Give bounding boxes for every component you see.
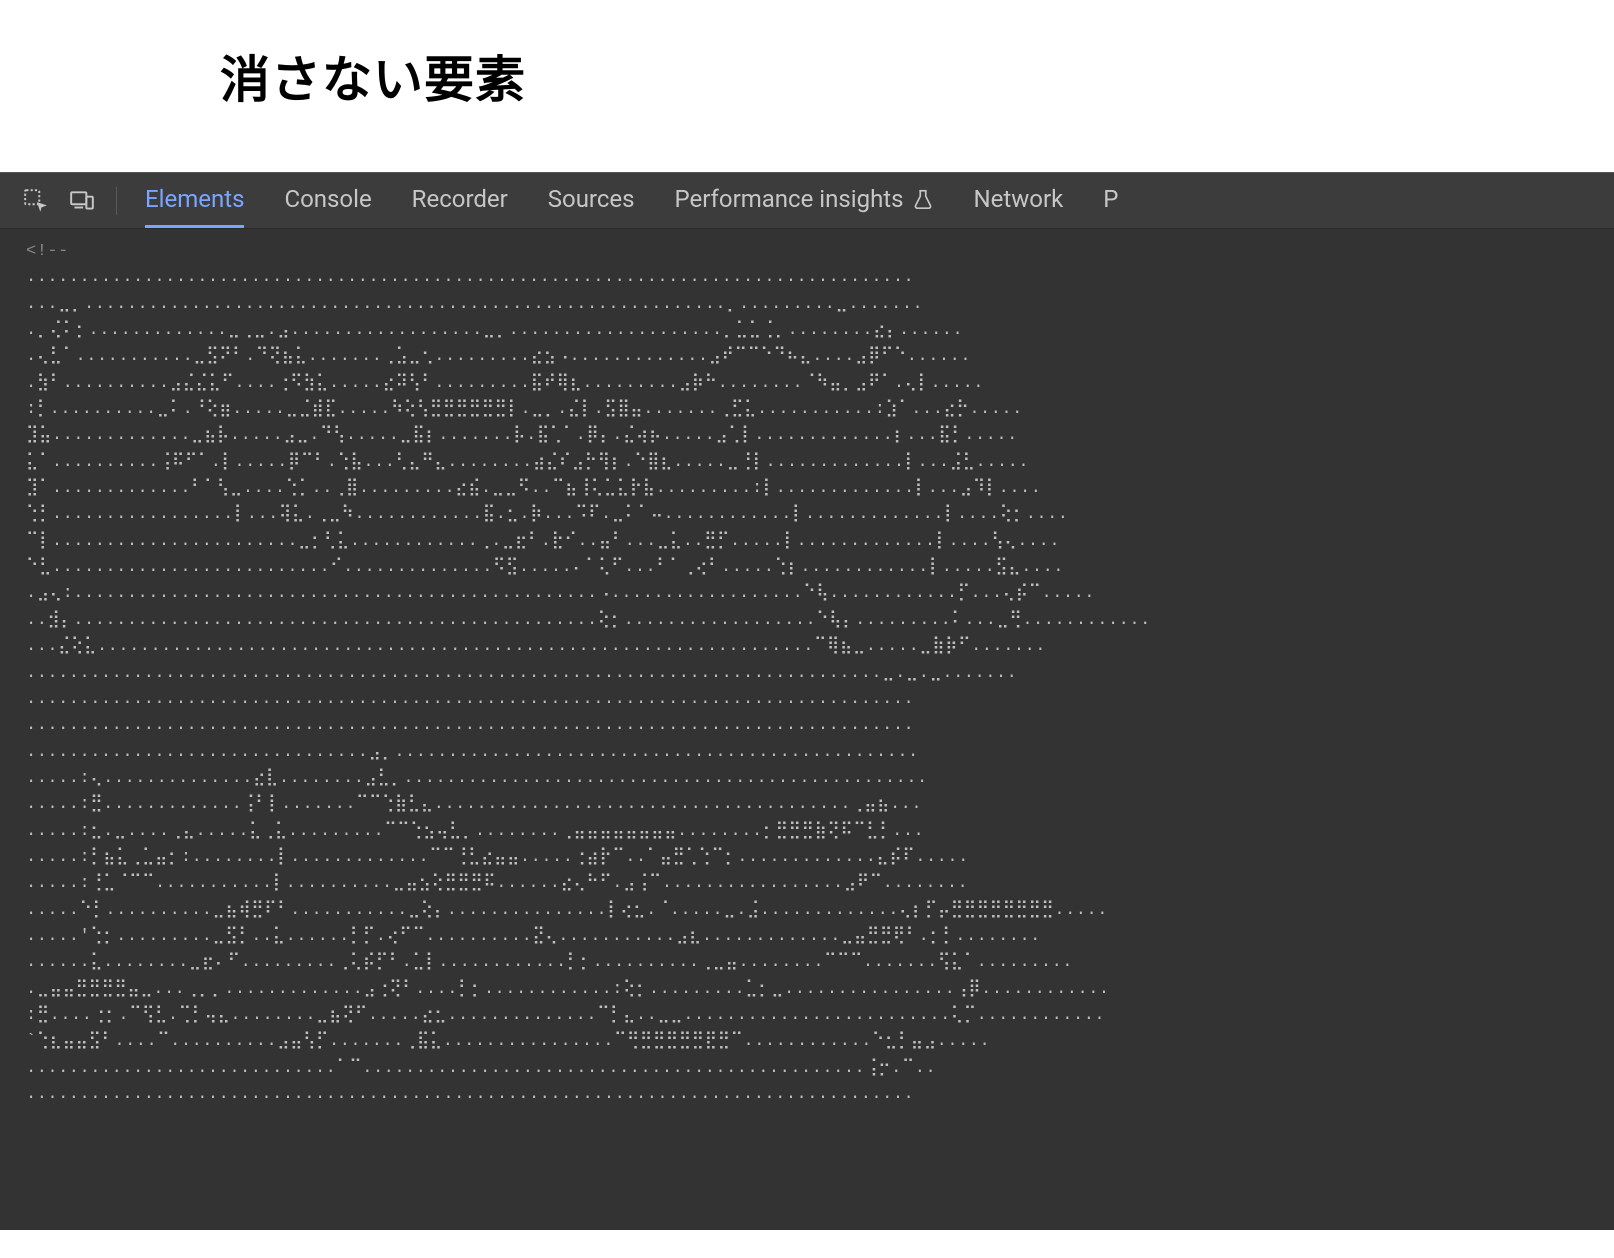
tab-label: Network (974, 185, 1064, 213)
devtools-toolbar: Elements Console Recorder Sources Perfor… (0, 173, 1614, 229)
tab-recorder[interactable]: Recorder (412, 173, 508, 228)
tab-network[interactable]: Network (974, 173, 1064, 228)
source-content: <!-- ...................................… (26, 239, 1588, 1108)
devtools-panel: Elements Console Recorder Sources Perfor… (0, 172, 1614, 1230)
tab-label: Sources (548, 185, 635, 213)
comment-open: <!-- (26, 242, 69, 261)
tab-elements[interactable]: Elements (145, 173, 244, 228)
tab-label: Performance insights (675, 185, 904, 213)
tab-sources[interactable]: Sources (548, 173, 635, 228)
device-toggle-icon[interactable] (64, 183, 100, 219)
tab-performance-insights[interactable]: Performance insights (675, 173, 934, 228)
flask-icon (912, 188, 934, 210)
tab-console[interactable]: Console (284, 173, 371, 228)
tab-strip: Elements Console Recorder Sources Perfor… (129, 173, 1118, 228)
tab-label: P (1103, 185, 1118, 213)
tab-label: Console (284, 185, 371, 213)
page-header: 消さない要素 (0, 0, 1614, 172)
tab-overflow[interactable]: P (1103, 173, 1118, 228)
page-title: 消さない要素 (220, 40, 1614, 112)
toolbar-divider (116, 187, 117, 215)
inspect-icon[interactable] (18, 183, 54, 219)
ascii-art: ........................................… (26, 268, 1151, 1104)
tab-label: Elements (145, 185, 244, 213)
source-pane[interactable]: <!-- ...................................… (0, 229, 1614, 1230)
tab-label: Recorder (412, 185, 508, 213)
